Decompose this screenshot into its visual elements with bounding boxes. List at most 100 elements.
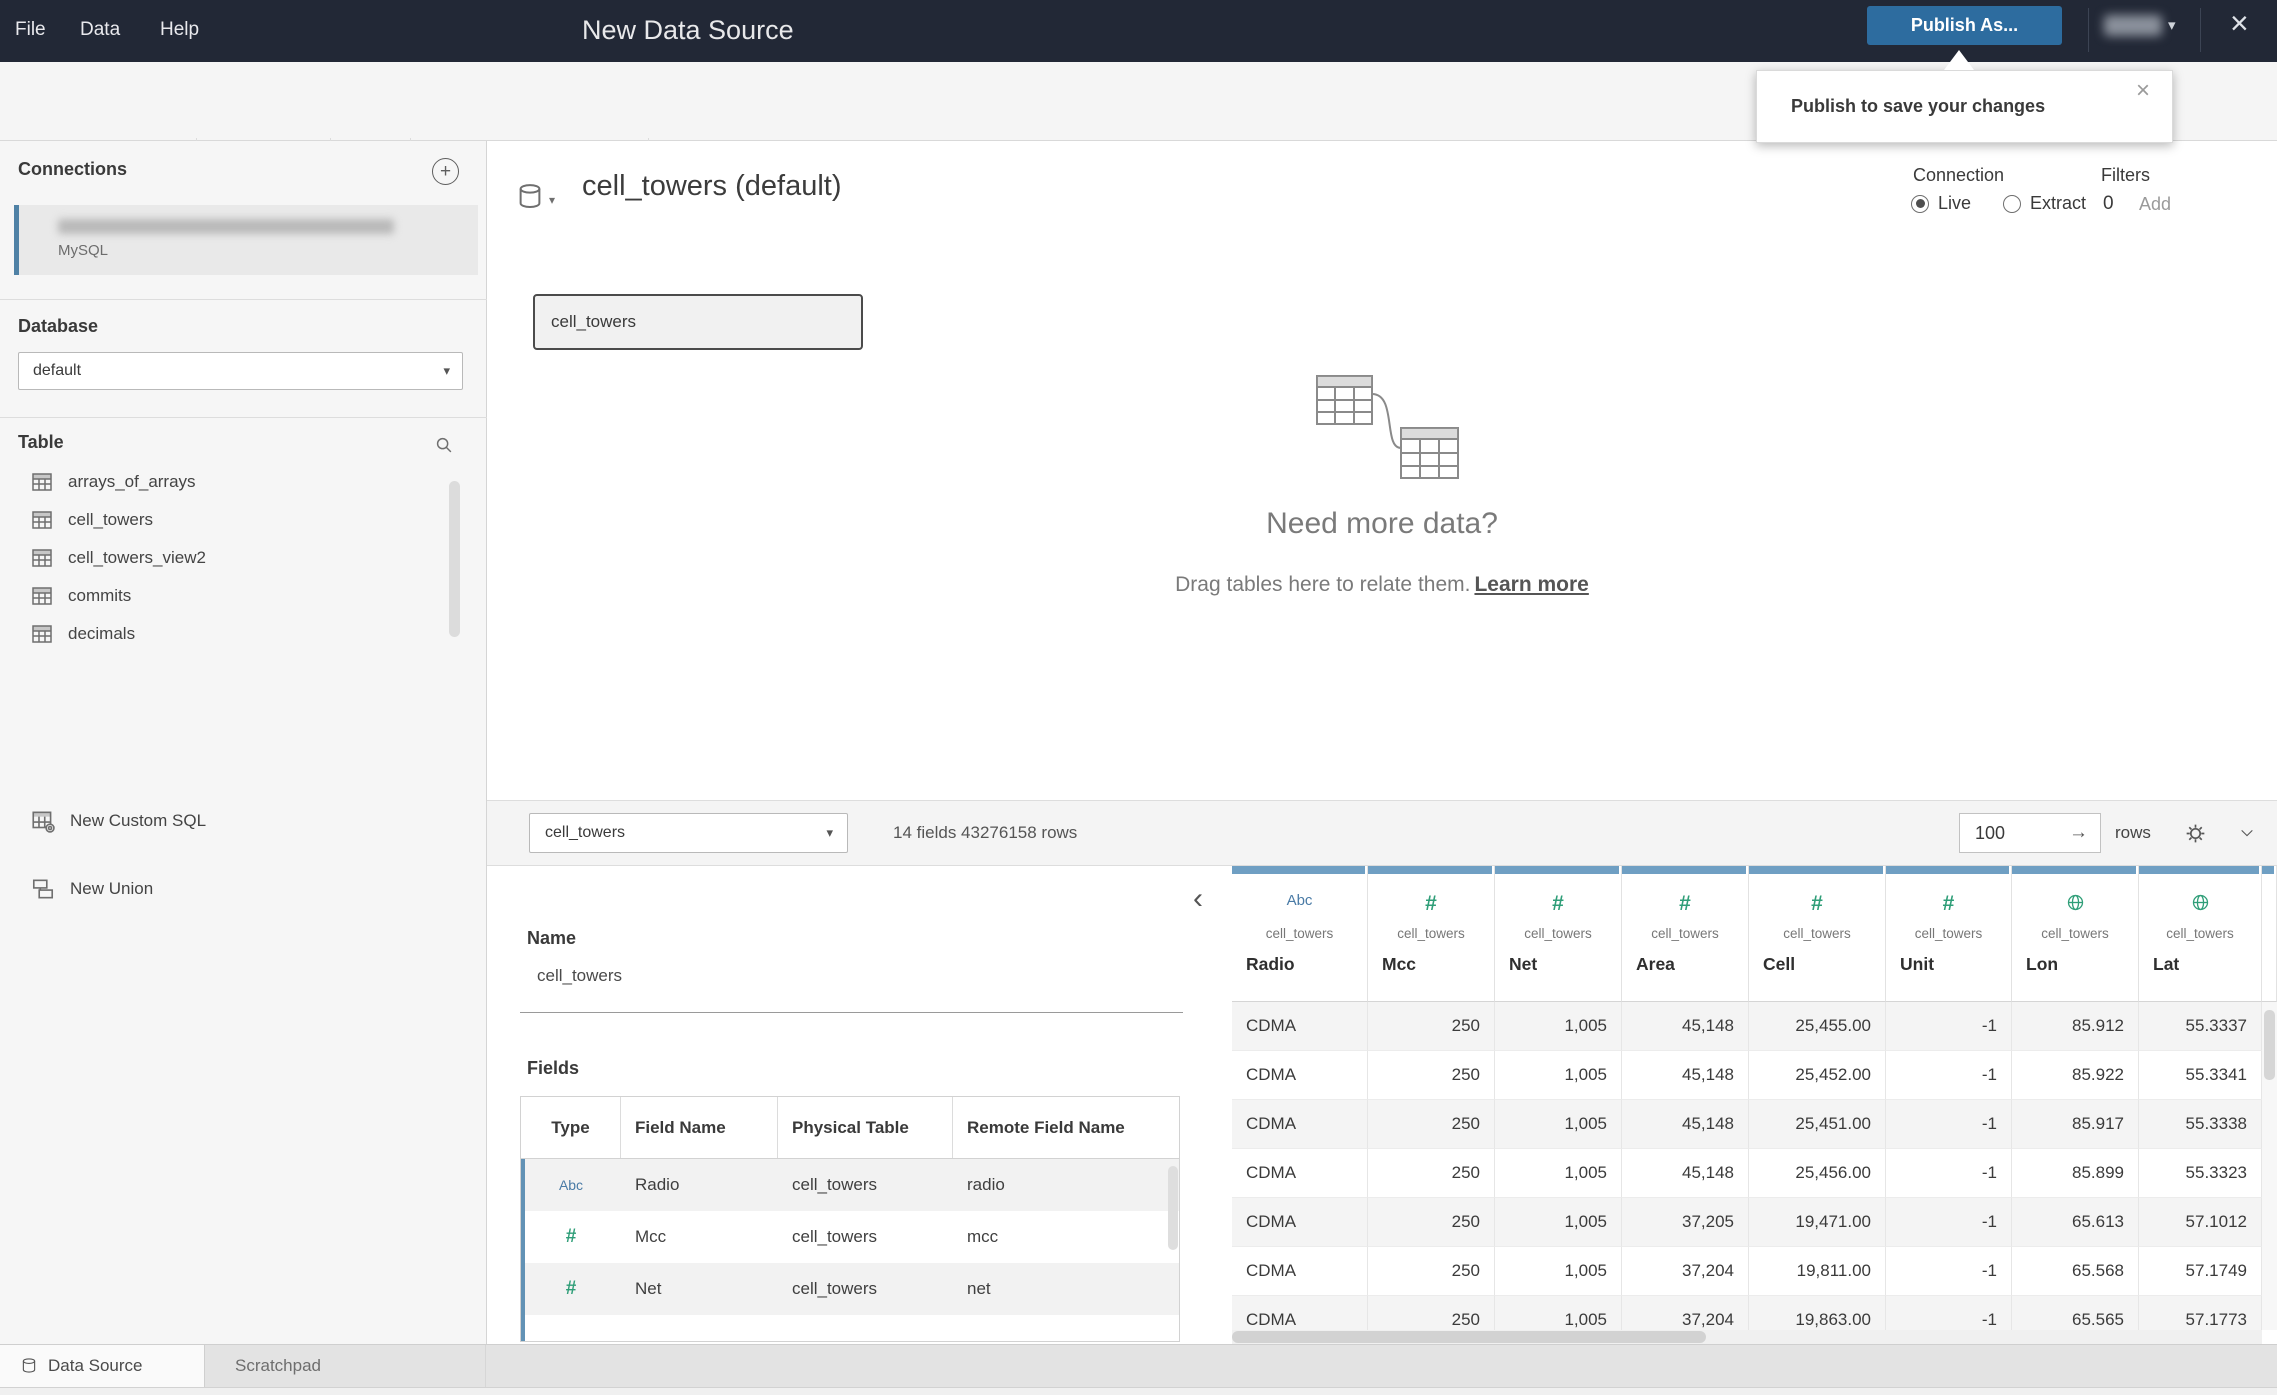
grid-cell: 65.613 bbox=[2012, 1198, 2139, 1247]
grid-column-header[interactable]: # cell_towers Area bbox=[1622, 866, 1749, 1002]
grid-cell: 57.1773 bbox=[2139, 1296, 2262, 1330]
connections-title: Connections bbox=[18, 159, 128, 179]
filters-add-button[interactable]: Add bbox=[2139, 194, 2171, 215]
field-name-cell: Mcc bbox=[635, 1227, 667, 1246]
remote-field-cell: net bbox=[967, 1279, 991, 1298]
abc-type-icon: Abc bbox=[558, 1177, 584, 1193]
relate-tables-illustration bbox=[1305, 370, 1475, 490]
sidebar-scrollbar[interactable] bbox=[449, 481, 460, 637]
grid-vertical-scrollbar[interactable] bbox=[2262, 1002, 2277, 1330]
column-accent-bar bbox=[1886, 866, 2009, 874]
column-field-name: Net bbox=[1509, 954, 1538, 974]
field-type-cell: # bbox=[521, 1211, 621, 1263]
new-union-button[interactable]: New Union bbox=[0, 869, 487, 909]
table-select-dropdown[interactable]: cell_towers ▾ bbox=[529, 813, 848, 853]
publish-tooltip: Publish to save your changes × bbox=[1756, 70, 2173, 143]
radio-unselected-icon[interactable] bbox=[2003, 194, 2021, 213]
grid-column-header[interactable]: cell_towers Lon bbox=[2012, 866, 2139, 1002]
publish-as-button[interactable]: Publish As... bbox=[1867, 6, 2062, 45]
grid-column-header[interactable]: # cell_towers Unit bbox=[1886, 866, 2012, 1002]
grid-column-header[interactable]: # cell_towers Net bbox=[1495, 866, 1622, 1002]
grid-row: CDMA 250 1,005 37,204 19,811.00 -1 65.568 57.17… bbox=[1232, 1247, 2277, 1296]
table-node-cell-towers[interactable]: cell_towers bbox=[533, 294, 863, 350]
grid-row: CDMA 250 1,005 37,204 19,863.00 -1 65.565 57.17… bbox=[1232, 1296, 2277, 1330]
radio-selected-icon[interactable] bbox=[1911, 194, 1929, 213]
grid-cell: 19,471.00 bbox=[1749, 1198, 1886, 1247]
abc-type-icon: Abc bbox=[1286, 892, 1313, 909]
chevron-down-icon[interactable] bbox=[2237, 825, 2257, 846]
scrollbar-thumb[interactable] bbox=[2264, 1010, 2275, 1080]
database-select[interactable]: default ▾ bbox=[18, 352, 463, 390]
field-row-partial bbox=[521, 1315, 1179, 1341]
table-icon bbox=[32, 625, 52, 643]
grid-cell: 65.568 bbox=[2012, 1247, 2139, 1296]
column-field-name: Lon bbox=[2026, 954, 2059, 974]
table-name-input[interactable]: cell_towers bbox=[537, 966, 622, 986]
grid-cell: 37,204 bbox=[1622, 1296, 1749, 1330]
live-radio[interactable]: Live bbox=[1911, 193, 1971, 214]
table-section-label: Table bbox=[18, 432, 64, 452]
grid-column-header[interactable]: cell_towers Lat bbox=[2139, 866, 2262, 1002]
close-window-icon[interactable]: × bbox=[2230, 7, 2249, 39]
grid-column-header[interactable]: # cell_towers Mcc bbox=[1368, 866, 1495, 1002]
grid-column-header[interactable]: # cell_towers Cell bbox=[1749, 866, 1886, 1002]
apply-rows-icon[interactable]: → bbox=[2069, 822, 2088, 844]
name-label: Name bbox=[527, 928, 577, 948]
connection-name-redacted bbox=[58, 219, 394, 234]
field-type-cell: # bbox=[521, 1263, 621, 1315]
menu-help[interactable]: Help bbox=[160, 19, 199, 41]
tab-data-source[interactable]: Data Source bbox=[0, 1345, 205, 1387]
user-account-menu[interactable] bbox=[2104, 15, 2162, 36]
menu-file[interactable]: File bbox=[15, 19, 46, 41]
sidebar-table-item[interactable]: decimals bbox=[0, 615, 487, 653]
tooltip-close-icon[interactable]: × bbox=[2136, 79, 2150, 103]
column-header-type: Type bbox=[521, 1097, 621, 1158]
column-table-label: cell_towers bbox=[1265, 926, 1334, 941]
grid-cell: 37,205 bbox=[1622, 1198, 1749, 1247]
caret-down-icon[interactable]: ▾ bbox=[2168, 16, 2176, 34]
learn-more-link[interactable]: Learn more bbox=[1474, 573, 1588, 596]
column-table-label: cell_towers bbox=[2166, 926, 2234, 941]
database-label: Database bbox=[18, 316, 99, 336]
new-custom-sql-button[interactable]: New Custom SQL bbox=[0, 801, 487, 841]
grid-cell: 250 bbox=[1368, 1051, 1495, 1100]
field-row[interactable]: # Net cell_towers net bbox=[521, 1263, 1179, 1315]
column-accent-bar bbox=[1368, 866, 1492, 874]
sidebar-divider bbox=[0, 299, 487, 300]
grid-cell: 1,005 bbox=[1495, 1247, 1622, 1296]
sidebar-table-item[interactable]: cell_towers bbox=[0, 501, 487, 539]
table-icon bbox=[32, 511, 52, 529]
grid-column-header[interactable]: Abc cell_towers Radio bbox=[1232, 866, 1368, 1002]
row-limit-input[interactable]: 100 → bbox=[1959, 813, 2101, 853]
grid-cell: CDMA bbox=[1232, 1002, 1368, 1051]
grid-column-partial[interactable] bbox=[2262, 866, 2277, 1002]
gear-icon[interactable] bbox=[2183, 821, 2208, 851]
caret-down-icon[interactable]: ▾ bbox=[549, 193, 555, 207]
add-connection-icon[interactable]: + bbox=[432, 158, 459, 185]
sidebar-table-item[interactable]: arrays_of_arrays bbox=[0, 463, 487, 501]
grid-cell: 55.3337 bbox=[2139, 1002, 2262, 1051]
grid-cell: 45,148 bbox=[1622, 1149, 1749, 1198]
extract-radio[interactable]: Extract bbox=[2003, 193, 2086, 214]
search-icon[interactable] bbox=[433, 434, 455, 461]
status-bar bbox=[0, 1387, 2277, 1395]
connection-item[interactable]: MySQL bbox=[14, 205, 478, 275]
sidebar-table-item[interactable]: commits bbox=[0, 577, 487, 615]
field-row[interactable]: # Mcc cell_towers mcc bbox=[521, 1211, 1179, 1263]
column-field-name: Mcc bbox=[1382, 954, 1417, 974]
sidebar-table-item[interactable]: cell_towers_view2 bbox=[0, 539, 487, 577]
field-row[interactable]: Abc Radio cell_towers radio bbox=[521, 1159, 1179, 1211]
scrollbar-thumb[interactable] bbox=[1232, 1331, 1706, 1343]
fields-scrollbar[interactable] bbox=[1168, 1166, 1178, 1250]
datasource-db-icon[interactable] bbox=[515, 181, 545, 218]
filters-section-label: Filters bbox=[2101, 165, 2150, 185]
column-field-name: Area bbox=[1636, 954, 1675, 974]
grid-horizontal-scrollbar[interactable] bbox=[1232, 1330, 2262, 1344]
column-table-label: cell_towers bbox=[2041, 926, 2109, 941]
number-type-icon: # bbox=[565, 1226, 577, 1247]
collapse-panel-icon[interactable]: ‹ bbox=[1193, 884, 1203, 914]
menu-data[interactable]: Data bbox=[80, 19, 120, 41]
column-header-field-name: Field Name bbox=[621, 1097, 778, 1158]
grid-cell: 85.917 bbox=[2012, 1100, 2139, 1149]
tab-scratchpad[interactable]: Scratchpad bbox=[205, 1345, 486, 1387]
